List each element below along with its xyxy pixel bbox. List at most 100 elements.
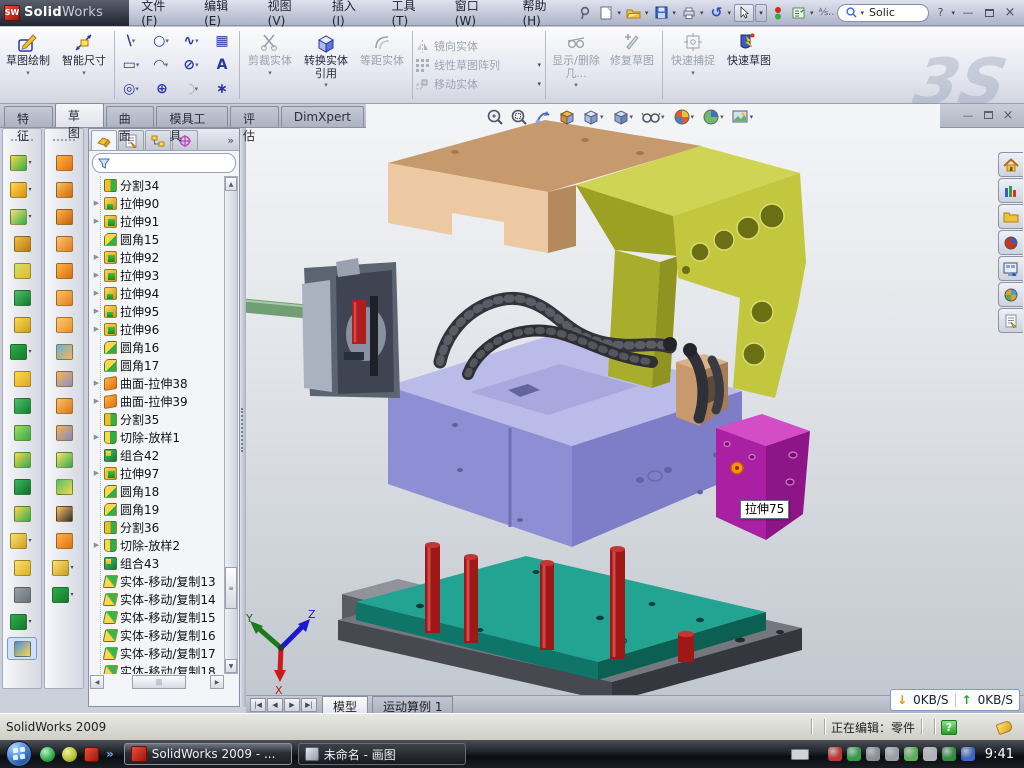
linear-pattern-dropdown[interactable]: ▾ bbox=[537, 61, 541, 69]
custom-properties-icon[interactable] bbox=[998, 308, 1023, 333]
expand-arrow-icon[interactable]: ▶ bbox=[92, 271, 101, 279]
expand-arrow-icon[interactable]: ▶ bbox=[92, 253, 101, 261]
scroll-up-button[interactable]: ▲ bbox=[225, 177, 237, 191]
trim-entities-button[interactable]: 剪裁实体 ▾ bbox=[242, 27, 298, 103]
tree-item[interactable]: 实体-移动/复制15 bbox=[90, 608, 224, 626]
tab-特征[interactable]: 特征 bbox=[4, 106, 53, 127]
sketch-circle-button[interactable]: ○▾ bbox=[147, 29, 177, 53]
tree-item[interactable]: 圆角18 bbox=[90, 482, 224, 500]
curve-dropdown[interactable]: ▾ bbox=[28, 618, 31, 625]
move-entities-button[interactable]: 移动实体 ▾ bbox=[415, 76, 543, 92]
open-document-dropdown[interactable]: ▾ bbox=[645, 9, 649, 17]
display-style-icon[interactable]: ▾ bbox=[610, 106, 638, 128]
sketch-ellipse-dropdown[interactable]: ▾ bbox=[195, 61, 199, 69]
doc-restore-button[interactable] bbox=[980, 109, 996, 122]
shell-button[interactable] bbox=[7, 394, 37, 417]
sketch-button[interactable]: 草图绘制 ▾ bbox=[0, 27, 56, 103]
sketch-pattern-box-button[interactable]: ▦ bbox=[207, 29, 237, 53]
quicklaunch-messenger-icon[interactable] bbox=[40, 747, 55, 762]
tree-item[interactable]: 实体-移动/复制16 bbox=[90, 626, 224, 644]
linear-sketch-pattern-button[interactable]: 线性草图阵列 ▾ bbox=[415, 57, 543, 73]
expand-arrow-icon[interactable]: ▶ bbox=[92, 289, 101, 297]
sketch-sketch-fillet-button[interactable]: ◠▾ bbox=[177, 77, 207, 101]
quicklaunch-chevron[interactable]: » bbox=[106, 747, 114, 761]
lofted-surface-button[interactable] bbox=[49, 232, 79, 255]
doc-close-button[interactable]: × bbox=[1000, 108, 1016, 123]
sketch-slot-dropdown[interactable]: ▾ bbox=[135, 85, 139, 93]
design-library-icon[interactable] bbox=[998, 178, 1023, 203]
quick-snaps-button[interactable]: 快速捕捉 ▾ bbox=[665, 27, 721, 103]
new-document-icon[interactable] bbox=[596, 4, 616, 22]
tab-model[interactable]: 模型 bbox=[322, 696, 368, 713]
tree-item[interactable]: 组合43 bbox=[90, 554, 224, 572]
convert-entities-button[interactable]: 转换实体引用 ▾ bbox=[298, 27, 354, 103]
sketch-rectangle-dropdown[interactable]: ▾ bbox=[136, 61, 140, 69]
insert-reference-button[interactable]: ▾ bbox=[7, 529, 37, 552]
sketch-spline-button[interactable]: ∿▾ bbox=[177, 29, 207, 53]
tabs-overflow-button[interactable]: » bbox=[227, 134, 239, 150]
display-delete-dropdown[interactable]: ▾ bbox=[574, 81, 578, 89]
tray-update-icon[interactable] bbox=[866, 747, 880, 761]
options-list-icon[interactable] bbox=[789, 4, 809, 22]
tree-item[interactable]: 实体-移动/复制18 bbox=[90, 662, 224, 674]
sketch-spline-dropdown[interactable]: ▾ bbox=[195, 37, 199, 45]
scroll-left-button[interactable]: ◀ bbox=[90, 675, 104, 689]
graphics-viewport[interactable]: Y Z X ▾ ▾ ▾ ▾ ▾ ▾ 拉伸75 bbox=[246, 104, 1024, 695]
expand-arrow-icon[interactable]: ▶ bbox=[92, 379, 101, 387]
surface-curve-dropdown[interactable]: ▾ bbox=[70, 591, 73, 598]
offset-surface-button[interactable] bbox=[49, 340, 79, 363]
knit-surface-button[interactable] bbox=[49, 394, 79, 417]
instant3d-button[interactable] bbox=[7, 637, 37, 660]
sketch-line-button[interactable]: \▾ bbox=[117, 29, 147, 53]
rotate-view-icon[interactable] bbox=[532, 106, 554, 128]
revolved-boss-dropdown[interactable]: ▾ bbox=[28, 186, 31, 193]
move-copy-body-button[interactable] bbox=[7, 502, 37, 525]
tab-模具工具[interactable]: 模具工具 bbox=[156, 106, 228, 127]
sketch-polygon-button[interactable]: ⊕ bbox=[147, 77, 177, 101]
boundary-surface-button[interactable] bbox=[49, 259, 79, 282]
home-icon[interactable] bbox=[998, 152, 1023, 177]
swept-surface-button[interactable] bbox=[49, 205, 79, 228]
tree-item[interactable]: ▶切除-放样2 bbox=[90, 536, 224, 554]
sketch-slot-button[interactable]: ◎▾ bbox=[117, 77, 147, 101]
linear-pattern-dropdown[interactable]: ▾ bbox=[28, 348, 31, 355]
model-canvas[interactable]: Y Z X bbox=[246, 104, 1024, 695]
insert-reference-dropdown[interactable]: ▾ bbox=[28, 537, 31, 544]
save-icon[interactable] bbox=[651, 4, 671, 22]
view-orientation-icon[interactable]: ▾ bbox=[580, 106, 608, 128]
status-help-icon[interactable]: ? bbox=[941, 720, 957, 735]
taskbar-button-solidworks[interactable]: SolidWorks 2009 - ... bbox=[124, 743, 292, 765]
quick-snaps-dropdown[interactable]: ▾ bbox=[691, 69, 695, 77]
surface-curve-button[interactable]: ▾ bbox=[49, 583, 79, 606]
rapid-sketch-button[interactable]: 快速草图 bbox=[721, 27, 777, 103]
tree-item[interactable]: 分割35 bbox=[90, 410, 224, 428]
tree-horizontal-scrollbar[interactable]: ◀ ||| ▶ bbox=[90, 675, 224, 689]
section-view-icon[interactable] bbox=[556, 106, 578, 128]
expand-arrow-icon[interactable]: ▶ bbox=[92, 307, 101, 315]
tree-item[interactable]: 实体-移动/复制17 bbox=[90, 644, 224, 662]
tray-antivirus-icon[interactable] bbox=[942, 747, 956, 761]
radiate-surface-button[interactable] bbox=[49, 367, 79, 390]
nav-first-button[interactable]: |◀ bbox=[250, 698, 266, 712]
mirror-entities-button[interactable]: 镜向实体 bbox=[415, 38, 543, 54]
tree-item[interactable]: ▶拉伸90 bbox=[90, 194, 224, 212]
tray-power-icon[interactable] bbox=[904, 747, 918, 761]
tree-item[interactable]: 圆角15 bbox=[90, 230, 224, 248]
expand-arrow-icon[interactable]: ▶ bbox=[92, 433, 101, 441]
tree-vertical-scrollbar[interactable]: ▲ ≡ ▼ bbox=[224, 176, 238, 674]
expand-arrow-icon[interactable]: ▶ bbox=[92, 217, 101, 225]
curve-button[interactable]: ▾ bbox=[7, 610, 37, 633]
hide-show-items-icon[interactable]: ▾ bbox=[639, 106, 669, 128]
tab-曲面[interactable]: 曲面 bbox=[106, 106, 155, 127]
rib-button[interactable] bbox=[7, 367, 37, 390]
edit-appearance-icon[interactable]: ▾ bbox=[671, 106, 699, 128]
combine-button[interactable] bbox=[7, 475, 37, 498]
expand-arrow-icon[interactable]: ▶ bbox=[92, 541, 101, 549]
tray-volume-icon[interactable] bbox=[885, 747, 899, 761]
help-button[interactable]: ? bbox=[930, 5, 950, 21]
nav-next-button[interactable]: ▶ bbox=[284, 698, 300, 712]
new-document-dropdown[interactable]: ▾ bbox=[617, 9, 621, 17]
tray-language-keyboard-icon[interactable] bbox=[791, 749, 809, 760]
repair-sketch-button[interactable]: 修复草图 bbox=[604, 27, 660, 103]
open-document-icon[interactable] bbox=[624, 4, 644, 22]
